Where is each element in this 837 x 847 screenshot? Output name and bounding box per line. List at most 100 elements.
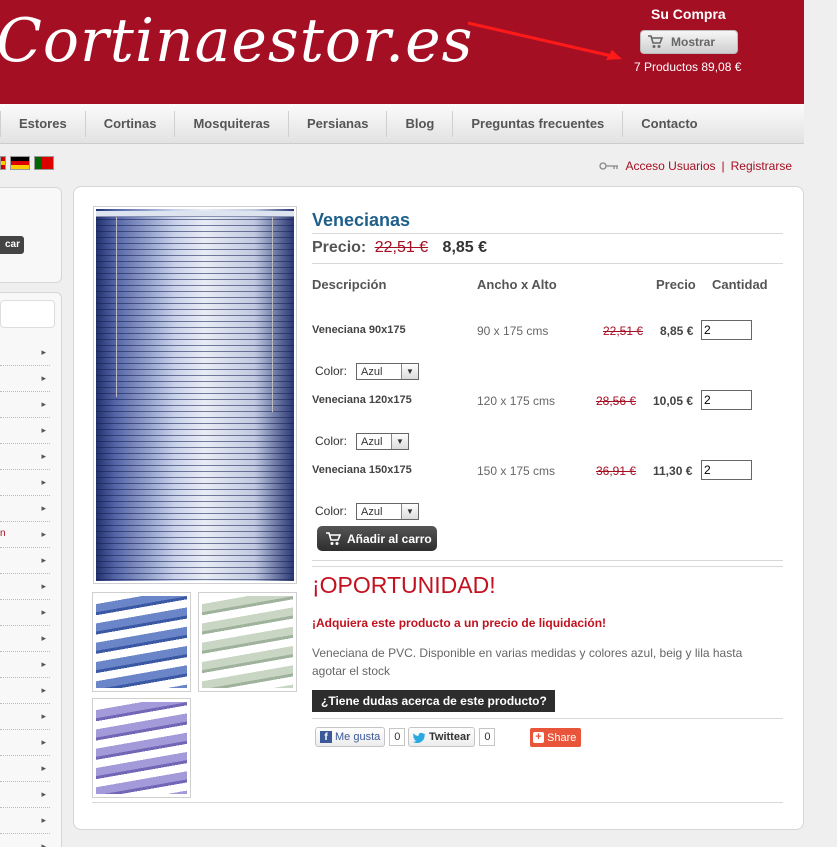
variant-new-price: 10,05 € — [653, 394, 694, 408]
chevron-right-icon: ▸ — [41, 347, 46, 357]
sidebar-category-item[interactable]: ▸ — [0, 496, 50, 522]
key-icon — [599, 162, 619, 170]
site-logo[interactable]: Cortinaestor.es — [0, 6, 473, 76]
variant-size: 120 x 175 cms — [477, 394, 556, 408]
plus-icon: + — [533, 732, 544, 743]
thumbnail-lilac[interactable] — [92, 698, 191, 798]
show-cart-button[interactable]: Mostrar — [640, 30, 738, 54]
sidebar-category-item[interactable]: ▸ — [0, 834, 50, 847]
facebook-like-button[interactable]: f Me gusta — [315, 727, 386, 747]
sidebar-search-box — [0, 187, 62, 283]
variant-new-price: 8,85 € — [660, 324, 694, 338]
facebook-icon: f — [320, 731, 332, 743]
add-to-cart-label: Añadir al carro — [347, 531, 432, 546]
tweet-button[interactable]: Twittear — [408, 727, 476, 747]
sidebar-category-item[interactable]: ▸ — [0, 626, 50, 652]
sidebar-category-item[interactable]: ▸ — [0, 418, 50, 444]
chevron-right-icon: ▸ — [41, 529, 46, 539]
quantity-input[interactable] — [701, 390, 752, 410]
variant-size: 150 x 175 cms — [477, 464, 556, 478]
sidebar-category-item[interactable]: ▸ — [0, 340, 50, 366]
quantity-input[interactable] — [701, 320, 752, 340]
blind-headrail — [96, 211, 294, 217]
sidebar-category-item[interactable]: ▸ — [0, 652, 50, 678]
sidebar-category-item[interactable]: ▸ — [0, 730, 50, 756]
product-main-image[interactable] — [93, 206, 297, 584]
divider — [312, 263, 783, 264]
chevron-right-icon: ▸ — [41, 425, 46, 435]
header-price: Precio — [656, 277, 696, 292]
cart-icon — [648, 35, 663, 48]
opportunity-title: ¡OPORTUNIDAD! — [312, 572, 496, 598]
color-select[interactable]: Azul ▼ — [356, 363, 419, 380]
product-title: Venecianas — [312, 210, 411, 230]
new-price: 8,85 € — [442, 239, 488, 256]
twitter-tweet: Twittear 0 — [408, 727, 496, 747]
sidebar-category-item[interactable]: ▸ — [0, 574, 50, 600]
color-select[interactable]: Azul ▼ — [356, 503, 419, 520]
sidebar-category-item[interactable]: ▸ — [0, 704, 50, 730]
quantity-input[interactable] — [701, 460, 752, 480]
beige-blind-swatch — [202, 596, 293, 688]
sidebar-category-item[interactable]: ▸ — [0, 600, 50, 626]
variant-name: Veneciana 120x175 — [312, 394, 412, 406]
divider — [312, 566, 783, 567]
sidebar-category-item[interactable]: ▸ — [0, 366, 50, 392]
sidebar-search-button[interactable]: car — [0, 236, 24, 254]
header-quantity: Cantidad — [712, 277, 768, 292]
chevron-right-icon: ▸ — [41, 737, 46, 747]
divider — [92, 802, 783, 803]
chevron-right-icon: ▸ — [41, 399, 46, 409]
facebook-like: f Me gusta 0 — [315, 727, 406, 747]
nav-item-estores[interactable]: Estores — [0, 110, 86, 137]
header-description: Descripción — [312, 277, 387, 292]
sidebar-category-item[interactable]: ▸ — [0, 470, 50, 496]
nav-item-contacto[interactable]: Contacto — [623, 111, 715, 137]
sidebar-category-item[interactable]: ▸ — [0, 808, 50, 834]
thumbnail-beige[interactable] — [198, 592, 297, 692]
product-description: Veneciana de PVC. Disponible en varias m… — [312, 646, 743, 678]
chevron-right-icon: ▸ — [41, 685, 46, 695]
sidebar-category-item[interactable]: ▸ — [0, 782, 50, 808]
thumbnail-blue[interactable] — [92, 592, 191, 692]
add-to-cart-button[interactable]: Añadir al carro — [317, 526, 437, 551]
sidebar-category-item[interactable]: ▸ n — [0, 522, 50, 548]
sidebar-filter-input[interactable] — [0, 300, 55, 328]
nav-item-mosquiteras[interactable]: Mosquiteras — [175, 110, 290, 137]
flag-partial-icon[interactable] — [0, 156, 6, 170]
chevron-right-icon: ▸ — [41, 815, 46, 825]
color-label: Color: — [315, 434, 348, 448]
color-label: Color: — [315, 504, 348, 518]
flag-germany-icon[interactable] — [10, 156, 30, 170]
chevron-right-icon: ▸ — [41, 555, 46, 565]
tweet-label: Twittear — [429, 731, 471, 743]
nav-item-cortinas[interactable]: Cortinas — [86, 110, 176, 137]
sidebar-category-item[interactable]: ▸ — [0, 756, 50, 782]
login-separator: | — [721, 159, 725, 173]
flag-portugal-icon[interactable] — [34, 156, 54, 170]
color-select-value: Azul — [361, 505, 383, 518]
chevron-right-icon: ▸ — [41, 373, 46, 383]
sidebar-category-item[interactable]: ▸ — [0, 548, 50, 574]
lilac-blind-swatch — [96, 702, 187, 794]
color-select-value: Azul — [361, 365, 383, 378]
old-price: 22,51 € — [374, 239, 429, 256]
color-select[interactable]: Azul ▼ — [356, 433, 409, 450]
like-count: 0 — [389, 728, 406, 746]
show-cart-label: Mostrar — [671, 35, 716, 49]
sidebar-category-item[interactable]: ▸ — [0, 392, 50, 418]
nav-item-preguntas[interactable]: Preguntas frecuentes — [453, 110, 624, 137]
nav-item-blog[interactable]: Blog — [387, 110, 454, 137]
share-button[interactable]: + Share — [530, 728, 581, 747]
sidebar-category-item[interactable]: ▸ — [0, 678, 50, 704]
sidebar-category-item[interactable]: ▸ — [0, 444, 50, 470]
tweet-count: 0 — [479, 728, 496, 746]
product-price: Precio: 22,51 € 8,85 € — [312, 239, 487, 257]
nav-item-persianas[interactable]: Persianas — [289, 110, 388, 137]
sidebar-category-label: n — [0, 528, 6, 539]
user-login-links: Acceso Usuarios | Registrarse — [599, 159, 792, 173]
register-link[interactable]: Registrarse — [731, 159, 792, 173]
chevron-right-icon: ▸ — [41, 789, 46, 799]
product-question-button[interactable]: ¿Tiene dudas acerca de este producto? — [312, 690, 555, 712]
access-users-link[interactable]: Acceso Usuarios — [625, 159, 715, 173]
